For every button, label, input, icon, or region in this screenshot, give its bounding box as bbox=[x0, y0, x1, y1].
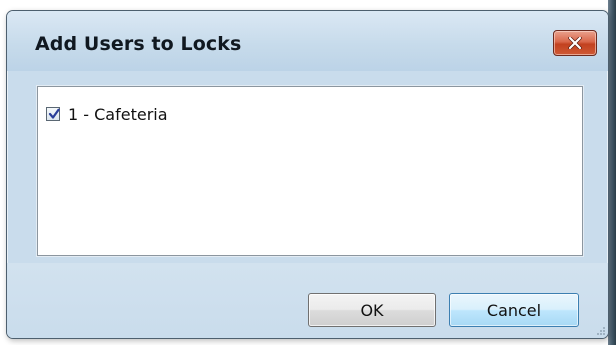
dialog-footer: OK Cancel bbox=[7, 263, 608, 338]
title-bar[interactable]: Add Users to Locks bbox=[7, 11, 608, 71]
close-x-icon bbox=[568, 37, 582, 49]
close-button[interactable] bbox=[553, 30, 597, 56]
add-users-to-locks-dialog: Add Users to Locks 1 - Cafeteria OK Canc… bbox=[6, 10, 609, 339]
ok-button[interactable]: OK bbox=[308, 293, 436, 327]
checkbox[interactable] bbox=[46, 107, 60, 121]
locks-list[interactable]: 1 - Cafeteria bbox=[37, 86, 583, 256]
desktop-background-edge bbox=[608, 0, 616, 345]
checkmark-icon bbox=[48, 108, 60, 119]
dialog-title: Add Users to Locks bbox=[35, 33, 242, 55]
list-item-label: 1 - Cafeteria bbox=[68, 104, 168, 124]
cancel-button[interactable]: Cancel bbox=[449, 293, 579, 327]
screen: Add Users to Locks 1 - Cafeteria OK Canc… bbox=[0, 0, 616, 345]
resize-grip-icon[interactable] bbox=[596, 326, 606, 336]
list-item-cafeteria[interactable]: 1 - Cafeteria bbox=[46, 103, 168, 125]
